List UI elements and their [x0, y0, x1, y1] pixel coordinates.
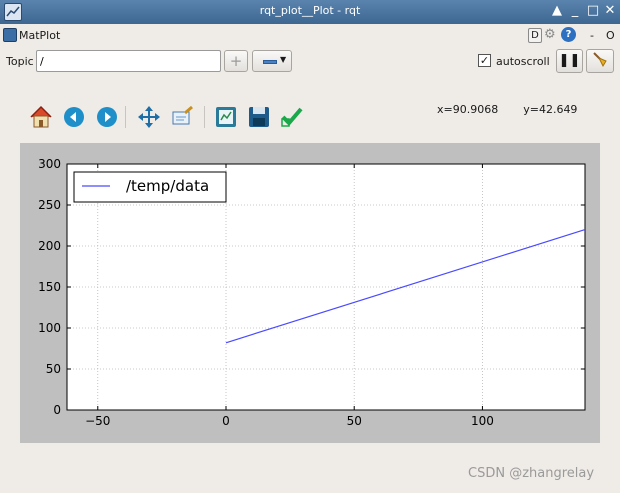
subplots-icon[interactable] [212, 103, 240, 131]
window-title: rqt_plot__Plot - rqt [259, 4, 361, 17]
plugin-header: MatPlot D ⚙ ? - O [0, 26, 620, 46]
topic-label: Topic [6, 55, 34, 68]
legend-label: /temp/data [126, 177, 209, 195]
pan-icon[interactable] [135, 103, 163, 131]
y-tick-label: 200 [38, 239, 61, 253]
y-tick-label: 100 [38, 321, 61, 335]
plot-canvas[interactable]: −50 0 50 100 0 50 100 150 200 250 300 /temp/data [20, 143, 600, 443]
x-tick-label: −50 [85, 414, 110, 428]
x-tick-label: 50 [347, 414, 362, 428]
x-tick-label: 100 [471, 414, 494, 428]
toolbar-separator [125, 106, 126, 128]
home-icon[interactable] [27, 103, 55, 131]
add-topic-button[interactable]: + [224, 50, 248, 72]
y-tick-label: 50 [46, 362, 61, 376]
window-minimize-icon[interactable]: _ [566, 2, 584, 20]
y-tick-label: 150 [38, 280, 61, 294]
cursor-y-readout: y=42.649 [523, 103, 578, 116]
minus-icon [263, 60, 277, 64]
legend: /temp/data [73, 171, 227, 203]
plugin-title: MatPlot [19, 29, 61, 42]
gear-icon[interactable]: ⚙ [544, 27, 556, 42]
window-close-icon[interactable]: ✕ [601, 2, 619, 20]
remove-topic-button[interactable]: ▼ [252, 50, 292, 72]
help-icon[interactable]: ? [561, 27, 576, 42]
autoscroll-checkbox[interactable]: ✓ [478, 54, 491, 67]
cursor-coordinates: x=90.9068 y=42.649 [437, 103, 577, 116]
apply-icon[interactable] [278, 103, 306, 131]
line-chart[interactable]: −50 0 50 100 0 50 100 150 200 250 300 /temp/data [20, 143, 600, 443]
broom-icon [593, 52, 607, 68]
watermark-text: CSDN @zhangrelay [468, 466, 595, 481]
cursor-x-readout: x=90.9068 [437, 103, 499, 116]
forward-icon[interactable] [93, 103, 121, 131]
plus-icon: + [229, 52, 243, 70]
y-tick-label: 250 [38, 198, 61, 212]
save-icon[interactable] [245, 103, 273, 131]
autoscroll-label: autoscroll [496, 55, 550, 68]
window-shade-icon[interactable]: ▲ [548, 2, 566, 20]
close-plugin-button[interactable]: O [606, 29, 615, 42]
back-icon[interactable] [60, 103, 88, 131]
debug-button[interactable]: D [528, 28, 542, 43]
y-tick-label: 0 [53, 403, 61, 417]
plot-plugin-icon [3, 28, 17, 42]
pause-icon: ❚❚ [558, 53, 581, 68]
chevron-down-icon: ▼ [280, 55, 287, 64]
minimize-plugin-button[interactable]: - [590, 29, 594, 42]
window-maximize-icon[interactable]: □ [584, 2, 602, 20]
toolbar-separator [204, 106, 205, 128]
x-tick-label: 0 [222, 414, 230, 428]
window-titlebar: rqt_plot__Plot - rqt ▲ _ □ ✕ [0, 0, 620, 24]
pause-button[interactable]: ❚❚ [556, 49, 583, 73]
topic-input[interactable] [36, 50, 221, 72]
clear-button[interactable] [586, 49, 614, 73]
zoom-icon[interactable] [169, 103, 197, 131]
y-tick-label: 300 [38, 157, 61, 171]
